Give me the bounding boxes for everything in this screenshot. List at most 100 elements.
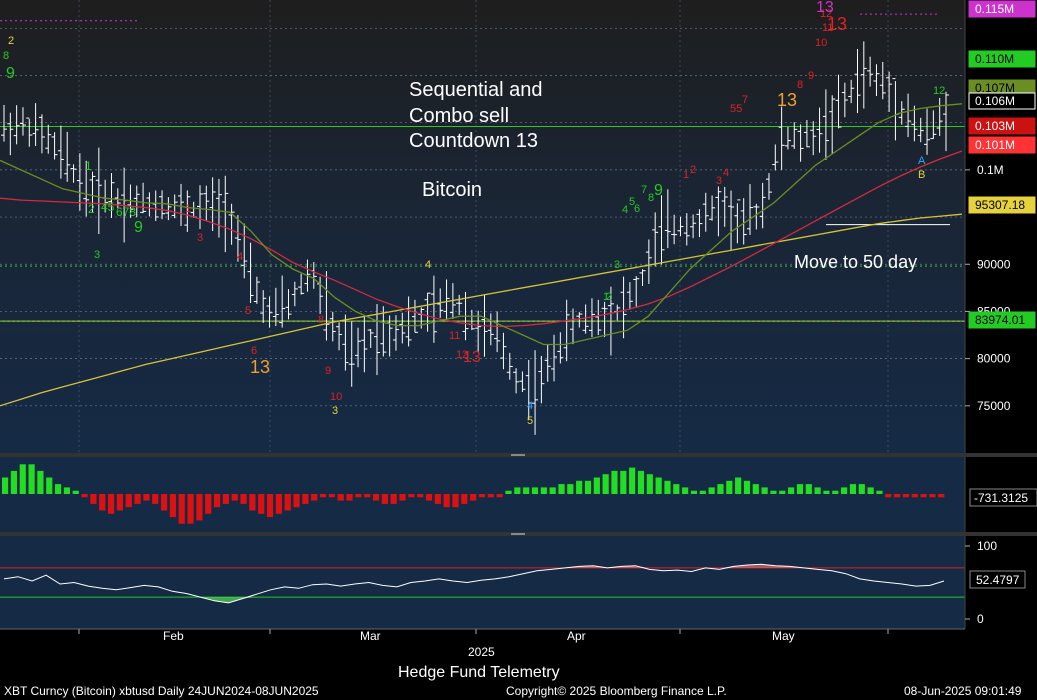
td-count-label: B	[918, 169, 925, 181]
td-count-label: 9	[6, 65, 15, 82]
histogram-bar	[911, 494, 918, 498]
histogram-bar	[461, 494, 468, 504]
histogram-bar	[823, 490, 830, 494]
histogram-bar	[902, 494, 910, 498]
footer-ticker: XBT Curncy (Bitcoin) xbtusd Daily 24JUN2…	[4, 684, 319, 698]
td-count-label: 2	[690, 164, 696, 176]
histogram-bar	[611, 470, 618, 494]
td-count-label: 8	[318, 314, 324, 326]
histogram-bar	[390, 494, 397, 504]
histogram-bar	[805, 484, 812, 494]
histogram-bar	[540, 487, 547, 494]
td-count-label: 5	[527, 415, 533, 427]
td-count-label: 3	[614, 259, 620, 271]
price-tick-label: 90000	[977, 257, 1011, 271]
histogram-bar	[876, 490, 883, 494]
td-count-label: 7	[742, 94, 748, 106]
histogram-bar	[275, 494, 282, 514]
td-count-label: 10	[330, 391, 342, 403]
td-count-label: 2	[8, 35, 14, 47]
td-count-label: 11	[449, 330, 460, 342]
td-count-label: 7	[641, 184, 647, 196]
headline-line-3: Countdown 13	[409, 130, 538, 152]
td-count-label: 1	[185, 203, 191, 215]
price-axis-bg	[965, 0, 1037, 453]
histogram-bar	[735, 477, 742, 494]
histogram-bar	[284, 494, 291, 511]
td-count-label: 9	[808, 70, 814, 82]
td-count-label: 1	[85, 159, 92, 173]
histogram-bar	[205, 494, 212, 514]
histogram-bar	[531, 487, 539, 494]
histogram-bar	[867, 487, 874, 494]
histogram-bar	[160, 494, 168, 511]
histogram-bar	[682, 487, 689, 494]
histogram-bar	[99, 494, 106, 511]
histogram-bar	[213, 494, 221, 508]
td-count-label: 13	[250, 357, 270, 377]
td-count-label: 6	[251, 345, 257, 357]
td-count-label: 8	[3, 50, 9, 62]
splitter-handle[interactable]	[511, 454, 525, 456]
histogram-bar	[496, 494, 503, 498]
splitter-handle-2[interactable]	[511, 533, 525, 535]
oscillator-panel	[0, 536, 965, 629]
osc-tick-label: 100	[977, 539, 997, 553]
x-year: 2025	[468, 645, 495, 659]
histogram-bar	[46, 477, 53, 494]
price-tag-text: 95307.18	[975, 198, 1025, 212]
histogram-bar	[717, 484, 724, 494]
headline-line-2: Combo sell	[409, 105, 509, 127]
histogram-bar	[841, 487, 848, 494]
td-count-label: 55	[730, 103, 742, 115]
price-tag-text: 0.115M	[975, 2, 1014, 16]
histogram-bar	[372, 494, 380, 501]
histogram-bar	[752, 484, 759, 494]
histogram-bar	[593, 477, 600, 494]
histogram-bar	[355, 494, 362, 498]
histogram-bar	[443, 494, 450, 508]
histogram-bar	[293, 494, 300, 508]
histogram-bar	[858, 484, 865, 494]
histogram-bar	[231, 494, 238, 501]
footer-copyright: Copyright© 2025 Bloomberg Finance L.P.	[506, 684, 727, 698]
histogram-bar	[240, 494, 247, 504]
histogram-bar	[673, 484, 680, 494]
td-count-label: 12	[933, 85, 945, 97]
histogram-bar	[364, 494, 371, 498]
footer-source: Hedge Fund Telemetry	[398, 664, 560, 681]
histogram-bar	[196, 494, 203, 521]
td-count-label: 9	[325, 365, 331, 377]
subject-label: Bitcoin	[422, 179, 482, 201]
histogram-bar	[81, 494, 88, 498]
histogram-bar	[28, 464, 35, 494]
td-count-label: 13	[816, 0, 834, 16]
td-count-label: 13	[463, 349, 481, 366]
price-tag-text: 83974.01	[975, 313, 1025, 327]
move-note: Move to 50 day	[794, 252, 917, 272]
td-count-label: 9	[654, 182, 663, 199]
histogram-bar	[319, 494, 327, 498]
histogram-bar	[90, 494, 97, 504]
x-month-feb: Feb	[163, 629, 184, 643]
td-count-label: 4	[527, 400, 533, 412]
osc-value-tag-text: 52.4797	[976, 573, 1020, 587]
histogram-bar	[417, 494, 424, 498]
histogram-bar	[408, 494, 415, 498]
histogram-bar	[779, 490, 786, 494]
td-count-label: 6	[634, 203, 640, 215]
histogram-bar	[452, 494, 459, 508]
histogram-bar	[664, 480, 671, 494]
td-count-label: 13	[827, 14, 847, 34]
histogram-bar	[690, 490, 698, 494]
td-count-label: 3	[716, 175, 722, 187]
price-tick-label: 75000	[977, 399, 1011, 413]
td-count-label: 4	[237, 251, 243, 263]
histogram-bar	[646, 474, 653, 494]
td-count-label: 2	[606, 291, 612, 303]
histogram-bar	[655, 477, 662, 494]
histogram-bar	[72, 490, 79, 494]
price-tick-label: 80000	[977, 352, 1011, 366]
histogram-bar	[178, 494, 185, 524]
price-tag-text: 0.106M	[975, 94, 1015, 108]
